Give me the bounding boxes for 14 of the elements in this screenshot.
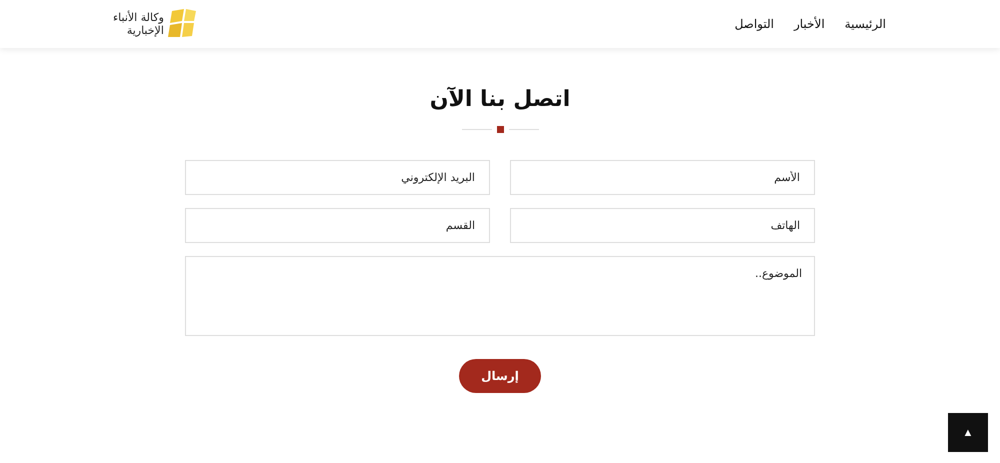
scroll-top-button[interactable]: ▲ xyxy=(948,413,988,452)
logo-text: الإخبارية xyxy=(126,24,164,37)
logo-text: وكالة الأنباء xyxy=(113,11,164,24)
nav-link[interactable]: الأخبار xyxy=(794,17,825,31)
divider-square-icon xyxy=(496,126,504,133)
logo-icon xyxy=(166,9,198,39)
nav-link[interactable]: الرئيسية xyxy=(844,17,886,31)
message-field[interactable]: الموضوع.. xyxy=(185,256,815,336)
nav-link[interactable]: التواصل xyxy=(734,17,774,31)
input-field[interactable]: القسم xyxy=(185,208,490,243)
page-title: اتصل بنا الآن xyxy=(430,86,570,114)
input-field[interactable]: البريد الإلكتروني xyxy=(185,160,490,195)
input-field[interactable]: الهاتف xyxy=(510,208,815,243)
submit-button[interactable]: إرسال xyxy=(459,359,541,393)
